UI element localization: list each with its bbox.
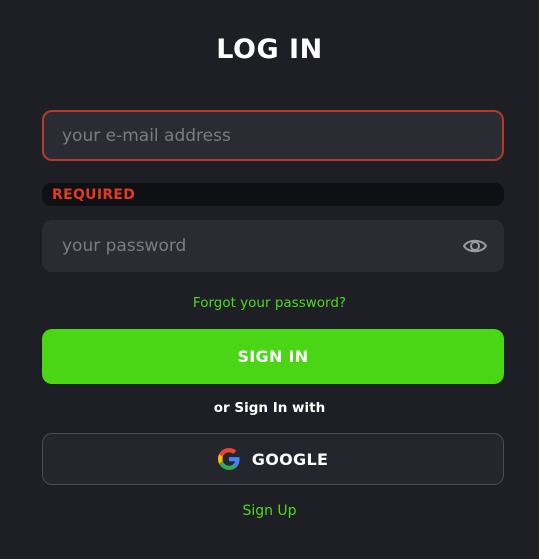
eye-icon[interactable] xyxy=(462,233,488,259)
forgot-password-link[interactable]: Forgot your password? xyxy=(0,294,539,312)
alt-signin-text: or Sign In with xyxy=(213,400,326,416)
google-button-label: GOOGLE xyxy=(251,449,329,469)
email-field[interactable] xyxy=(42,110,504,161)
password-field[interactable] xyxy=(42,220,504,272)
password-input[interactable] xyxy=(62,220,442,272)
required-error-text: REQUIRED xyxy=(52,187,136,203)
page-title: LOG IN xyxy=(216,34,323,65)
sign-in-button[interactable]: SIGN IN xyxy=(42,329,504,384)
email-input[interactable] xyxy=(62,112,442,159)
google-logo-icon xyxy=(217,448,240,470)
sign-up-link[interactable]: Sign Up xyxy=(0,502,539,520)
required-error-bar: REQUIRED xyxy=(42,183,504,206)
google-signin-button[interactable]: GOOGLE xyxy=(42,433,504,485)
